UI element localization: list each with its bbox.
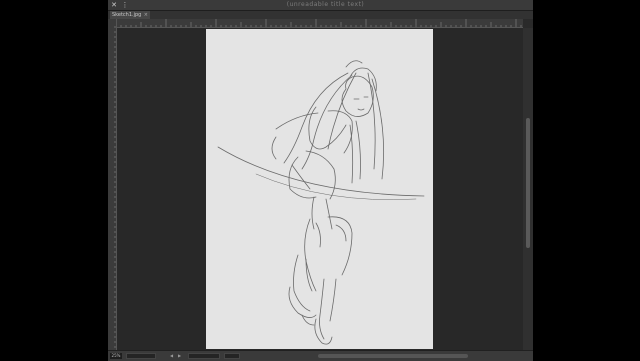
menu-icon[interactable]: ⋮: [121, 0, 129, 10]
nav-next-icon[interactable]: ▶: [178, 353, 181, 359]
app-window: ✕ ⋮ (unreadable title text) Sketch1.jpg …: [108, 0, 533, 361]
horizontal-ruler-ticks: [116, 19, 522, 27]
horizontal-scrollbar-thumb[interactable]: [318, 354, 468, 358]
title-bar: ✕ ⋮ (unreadable title text): [108, 0, 533, 11]
document-tab[interactable]: Sketch1.jpg ×: [110, 11, 150, 19]
document-tab-label: Sketch1.jpg: [112, 12, 142, 18]
document-tab-bar: Sketch1.jpg ×: [108, 11, 533, 19]
vertical-scrollbar[interactable]: [523, 28, 533, 350]
zoom-field[interactable]: 25%: [110, 353, 122, 359]
close-icon[interactable]: ✕: [110, 0, 118, 10]
figure-sketch: [217, 60, 425, 345]
nav-prev-icon[interactable]: ◀: [170, 353, 173, 359]
status-field-2: [224, 353, 240, 359]
drawing-canvas[interactable]: [206, 29, 433, 349]
page-field[interactable]: [188, 353, 220, 359]
status-info-field: [126, 353, 156, 359]
window-title: (unreadable title text): [286, 1, 365, 8]
tab-close-icon[interactable]: ×: [144, 11, 148, 19]
canvas-workspace[interactable]: [117, 28, 523, 350]
vertical-ruler[interactable]: [108, 19, 117, 350]
horizontal-ruler[interactable]: [116, 19, 523, 28]
vertical-ruler-ticks: [114, 26, 116, 348]
status-bar: 25% ◀ ▶: [108, 350, 533, 361]
vertical-scrollbar-thumb[interactable]: [526, 118, 530, 248]
